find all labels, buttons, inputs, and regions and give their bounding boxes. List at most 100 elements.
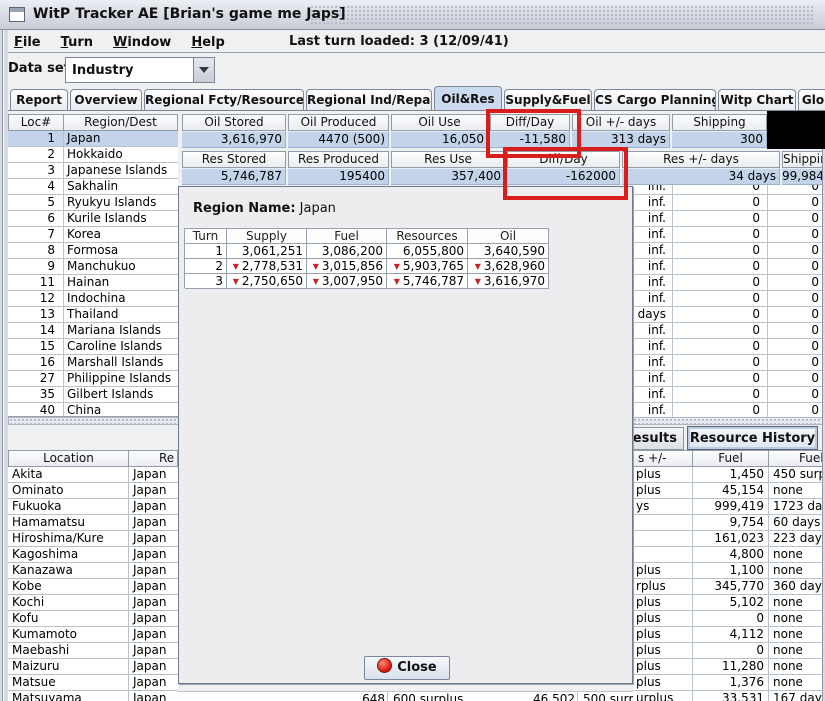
resource-history-button[interactable]: Resource History — [687, 426, 818, 450]
city-row-left[interactable]: Fukuoka Japan — [8, 499, 178, 515]
tab-regional-ind-repair[interactable]: Regional Ind/Repair — [306, 89, 432, 111]
region-table-header-loc[interactable]: Loc# — [8, 114, 64, 131]
city-row-right[interactable]: plus 1,100 none — [633, 563, 822, 579]
history-header-oil[interactable]: Oil — [468, 229, 549, 244]
region-row[interactable]: 2 Hokkaido — [8, 147, 178, 163]
city-row-left[interactable]: Maizuru Japan — [8, 659, 178, 675]
city-row-right[interactable]: urplus 33,531167 days — [633, 691, 822, 701]
region-row[interactable]: 13 Thailand — [8, 307, 178, 323]
city-row-left[interactable]: Hamamatsu Japan — [8, 515, 178, 531]
bg-row[interactable]: inf. 0 0 — [633, 403, 822, 417]
history-header-fuel[interactable]: Fuel — [307, 229, 387, 244]
bg-row[interactable]: inf. 0 0 — [633, 323, 822, 339]
bg-row[interactable]: inf. 0 0 — [633, 387, 822, 403]
menu-item-file[interactable]: File — [8, 33, 47, 52]
oil-header[interactable]: Oil +/- days — [572, 114, 670, 131]
tab-oil-res[interactable]: Oil&Res — [434, 86, 502, 111]
city-row-left[interactable]: Akita Japan — [8, 467, 178, 483]
close-button[interactable]: Close — [364, 656, 450, 680]
city-row-right[interactable]: plus 4,112 none — [633, 627, 822, 643]
region-row[interactable]: 11 Hainan — [8, 275, 178, 291]
city-row-left[interactable]: Matsue Japan — [8, 675, 178, 691]
bg-row[interactable]: inf. 0 0 — [633, 243, 822, 259]
city-row-right[interactable]: plus 5,102 none — [633, 595, 822, 611]
res-header[interactable]: Res +/- days — [622, 151, 780, 168]
region-row[interactable]: 12 Indochina — [8, 291, 178, 307]
city-header-region[interactable]: Re — [128, 450, 178, 467]
city-row-right[interactable]: plus 45,154 none — [633, 483, 822, 499]
region-row[interactable]: 4 Sakhalin — [8, 179, 178, 195]
bg-row[interactable]: inf. 0 0 — [633, 355, 822, 371]
city-header-location[interactable]: Location — [8, 450, 129, 467]
bg-row[interactable]: inf. 0 0 — [633, 291, 822, 307]
bg-row[interactable]: inf. 0 0 — [633, 275, 822, 291]
city-row-left[interactable]: Kagoshima Japan — [8, 547, 178, 563]
city-row-left[interactable]: Ominato Japan — [8, 483, 178, 499]
city-row-left[interactable]: Kanazawa Japan — [8, 563, 178, 579]
city-row-right[interactable]: 161,023223 days — [633, 531, 822, 547]
bg-row[interactable]: inf. 0 0 — [633, 371, 822, 387]
bg-row[interactable]: inf. 0 0 — [633, 195, 822, 211]
tab-report[interactable]: Report — [10, 89, 68, 111]
region-row[interactable]: 16 Marshall Islands — [8, 355, 178, 371]
combobox-dropdown-button[interactable] — [193, 58, 214, 82]
region-row[interactable]: 40 China — [8, 403, 178, 416]
region-row[interactable]: 7 Korea — [8, 227, 178, 243]
city-header-surplus[interactable]: s +/- — [633, 450, 693, 467]
city-row-right[interactable]: ys 999,4191723 day — [633, 499, 822, 515]
bg-row[interactable]: days 0 0 — [633, 307, 822, 323]
city-row-right[interactable]: 9,754 60 days — [633, 515, 822, 531]
city-row-right[interactable]: 4,800 none — [633, 547, 822, 563]
title-bar[interactable]: WitP Tracker AE [Brian's game me Japs] — [0, 0, 825, 30]
bg-row[interactable]: inf. 0 0 — [633, 211, 822, 227]
bg-row[interactable]: inf. 0 0 — [633, 227, 822, 243]
city-row-left[interactable]: Kochi Japan — [8, 595, 178, 611]
oil-header[interactable]: Oil Produced — [288, 114, 389, 131]
region-row[interactable]: 14 Mariana Islands — [8, 323, 178, 339]
region-row[interactable]: 15 Caroline Islands — [8, 339, 178, 355]
city-row-left[interactable]: Maebashi Japan — [8, 643, 178, 659]
region-row[interactable]: 1 Japan — [8, 131, 178, 147]
menu-item-help[interactable]: Help — [185, 33, 230, 52]
bg-row[interactable]: inf. 0 0 — [633, 259, 822, 275]
tab-overview[interactable]: Overview — [70, 89, 142, 111]
history-header-turn[interactable]: Turn — [185, 229, 227, 244]
city-row-right[interactable]: rplus 345,770360 days — [633, 579, 822, 595]
menu-item-turn[interactable]: Turn — [55, 33, 99, 52]
menu-item-window[interactable]: Window — [107, 33, 177, 52]
tab-supply-fuel[interactable]: Supply&Fuel — [504, 89, 592, 111]
city-row-left[interactable]: Hiroshima/Kure Japan — [8, 531, 178, 547]
res-header[interactable]: Res Produced — [288, 151, 389, 168]
res-header[interactable]: Shipping — [782, 151, 825, 168]
history-header-resources[interactable]: Resources — [387, 229, 468, 244]
city-row-right[interactable]: plus 1,450450 surpl — [633, 467, 822, 483]
tab-cs-cargo-planning[interactable]: CS Cargo Planning — [594, 89, 716, 111]
city-row-left[interactable]: Matsuyama Japan — [8, 691, 178, 701]
city-row-right[interactable]: plus 1,376 none — [633, 675, 822, 691]
city-row-left[interactable]: Kofu Japan — [8, 611, 178, 627]
tab-regional-fcty-resources[interactable]: Regional Fcty/Resources — [144, 89, 304, 111]
region-row[interactable]: 35 Gilbert Islands — [8, 387, 178, 403]
city-row-left[interactable]: Kumamoto Japan — [8, 627, 178, 643]
oil-header[interactable]: Shipping — [672, 114, 767, 131]
bg-row[interactable]: inf. 0 0 — [633, 339, 822, 355]
oil-header[interactable]: Oil Use — [391, 114, 488, 131]
city-row-right[interactable]: plus 0 none — [633, 611, 822, 627]
region-row[interactable]: 27 Philippine Islands — [8, 371, 178, 387]
dataset-combobox[interactable]: Industry — [65, 57, 215, 83]
res-header[interactable]: Res Stored — [182, 151, 286, 168]
region-row[interactable]: 6 Kurile Islands — [8, 211, 178, 227]
history-header-supply[interactable]: Supply — [227, 229, 307, 244]
bg-row[interactable]: inf. 0 0 — [633, 185, 822, 195]
region-row[interactable]: 3 Japanese Islands — [8, 163, 178, 179]
region-row[interactable]: 8 Formosa — [8, 243, 178, 259]
city-header-fuel[interactable]: Fuel — [692, 450, 769, 467]
city-row-left[interactable]: Kobe Japan — [8, 579, 178, 595]
tab-witp-chart[interactable]: Witp Chart — [718, 89, 796, 111]
oil-header[interactable]: Oil Stored — [182, 114, 286, 131]
region-row[interactable]: 5 Ryukyu Islands — [8, 195, 178, 211]
region-row[interactable]: 9 Manchukuo — [8, 259, 178, 275]
city-row-right[interactable]: plus 11,280 none — [633, 659, 822, 675]
city-row-right[interactable]: plus 0 none — [633, 643, 822, 659]
city-header-fuel-days[interactable]: Fuel — [768, 450, 825, 467]
